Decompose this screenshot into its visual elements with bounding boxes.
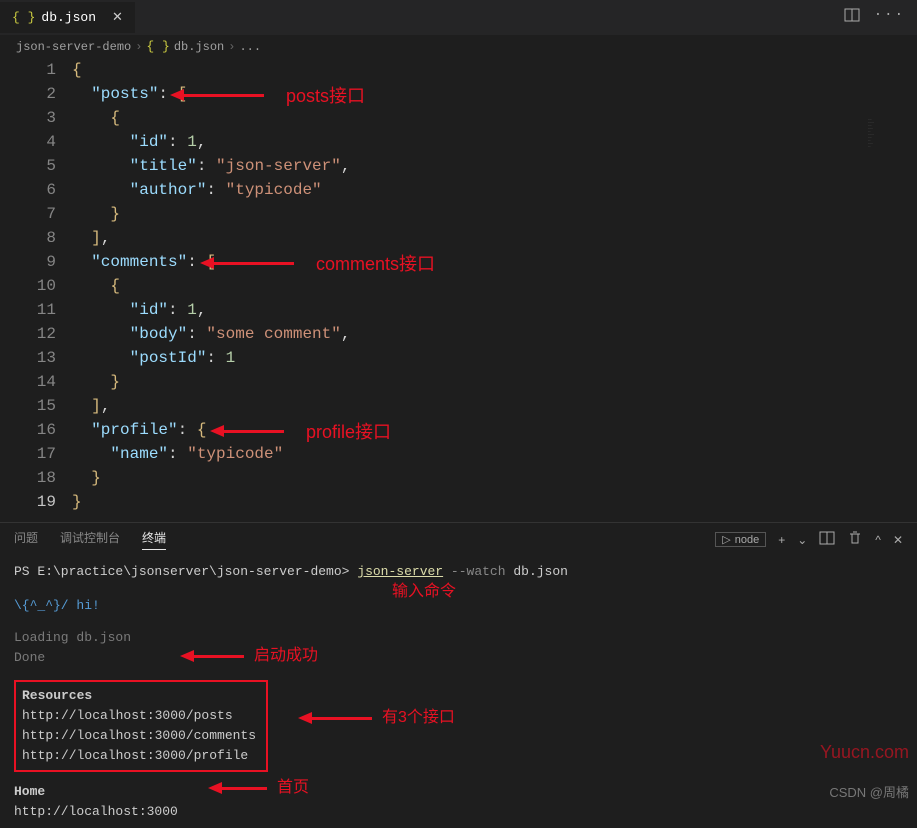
- panel-bar: 问题 调试控制台 终端 ▷node + ⌄ ^ ✕: [0, 522, 917, 556]
- breadcrumb-root[interactable]: json-server-demo: [16, 40, 131, 54]
- tab-problems[interactable]: 问题: [14, 529, 38, 550]
- split-terminal-icon[interactable]: [819, 530, 835, 549]
- new-terminal-icon[interactable]: +: [778, 533, 785, 547]
- chevron-right-icon: ›: [135, 40, 142, 54]
- command-flag: --watch: [451, 564, 506, 579]
- resources-box: Resources http://localhost:3000/posts ht…: [14, 680, 268, 772]
- terminal-done: Done: [14, 648, 903, 668]
- resource-url[interactable]: http://localhost:3000/comments: [22, 726, 256, 746]
- breadcrumb[interactable]: json-server-demo › { } db.json › ...: [0, 35, 917, 58]
- terminal-profile[interactable]: ▷node: [715, 532, 766, 547]
- close-panel-icon[interactable]: ✕: [893, 533, 903, 547]
- code-editor[interactable]: 12345678910111213141516171819 { "posts":…: [0, 58, 917, 514]
- home-url[interactable]: http://localhost:3000: [14, 802, 903, 822]
- chevron-down-icon[interactable]: ⌄: [797, 533, 807, 547]
- resource-url[interactable]: http://localhost:3000/posts: [22, 706, 256, 726]
- maximize-panel-icon[interactable]: ^: [875, 533, 881, 547]
- terminal[interactable]: PS E:\practice\jsonserver\json-server-de…: [0, 556, 917, 828]
- minimap[interactable]: ▬▬▬▬▬▬▬▬▬▬▬▬▬▬▬▬▬▬▬▬▬▬▬▬▬▬▬▬▬▬▬▬▬: [868, 118, 913, 218]
- command: json-server: [357, 564, 443, 579]
- home-header: Home: [14, 782, 903, 802]
- terminal-line: PS E:\practice\jsonserver\json-server-de…: [14, 562, 903, 582]
- split-editor-icon[interactable]: [844, 7, 860, 28]
- breadcrumb-rest: ...: [239, 40, 261, 54]
- watermark-author: CSDN @周橘: [829, 782, 909, 801]
- line-gutter: 12345678910111213141516171819: [0, 58, 72, 514]
- terminal-greeting: \{^_^}/ hi!: [14, 596, 903, 616]
- prompt: PS E:\practice\jsonserver\json-server-de…: [14, 564, 349, 579]
- annotation-apis: 有3个接口: [298, 708, 455, 728]
- json-file-icon: { }: [12, 10, 35, 25]
- terminal-loading: Loading db.json: [14, 628, 903, 648]
- tab-debug-console[interactable]: 调试控制台: [60, 529, 120, 550]
- command-arg: db.json: [513, 564, 568, 579]
- breadcrumb-file[interactable]: db.json: [174, 40, 224, 54]
- more-icon[interactable]: ···: [874, 7, 905, 28]
- chevron-right-icon: ›: [228, 40, 235, 54]
- watermark-site: Yuucn.com: [820, 742, 909, 763]
- editor-tab[interactable]: { } db.json ✕: [0, 2, 135, 33]
- tab-bar: { } db.json ✕ ···: [0, 0, 917, 35]
- trash-icon[interactable]: [847, 530, 863, 549]
- json-file-icon: { }: [146, 39, 169, 54]
- resources-header: Resources: [22, 686, 256, 706]
- tab-terminal[interactable]: 终端: [142, 529, 166, 550]
- tab-filename: db.json: [41, 10, 96, 25]
- code-content[interactable]: { "posts": [ { "id": 1, "title": "json-s…: [72, 58, 350, 514]
- close-icon[interactable]: ✕: [112, 10, 123, 25]
- resource-url[interactable]: http://localhost:3000/profile: [22, 746, 256, 766]
